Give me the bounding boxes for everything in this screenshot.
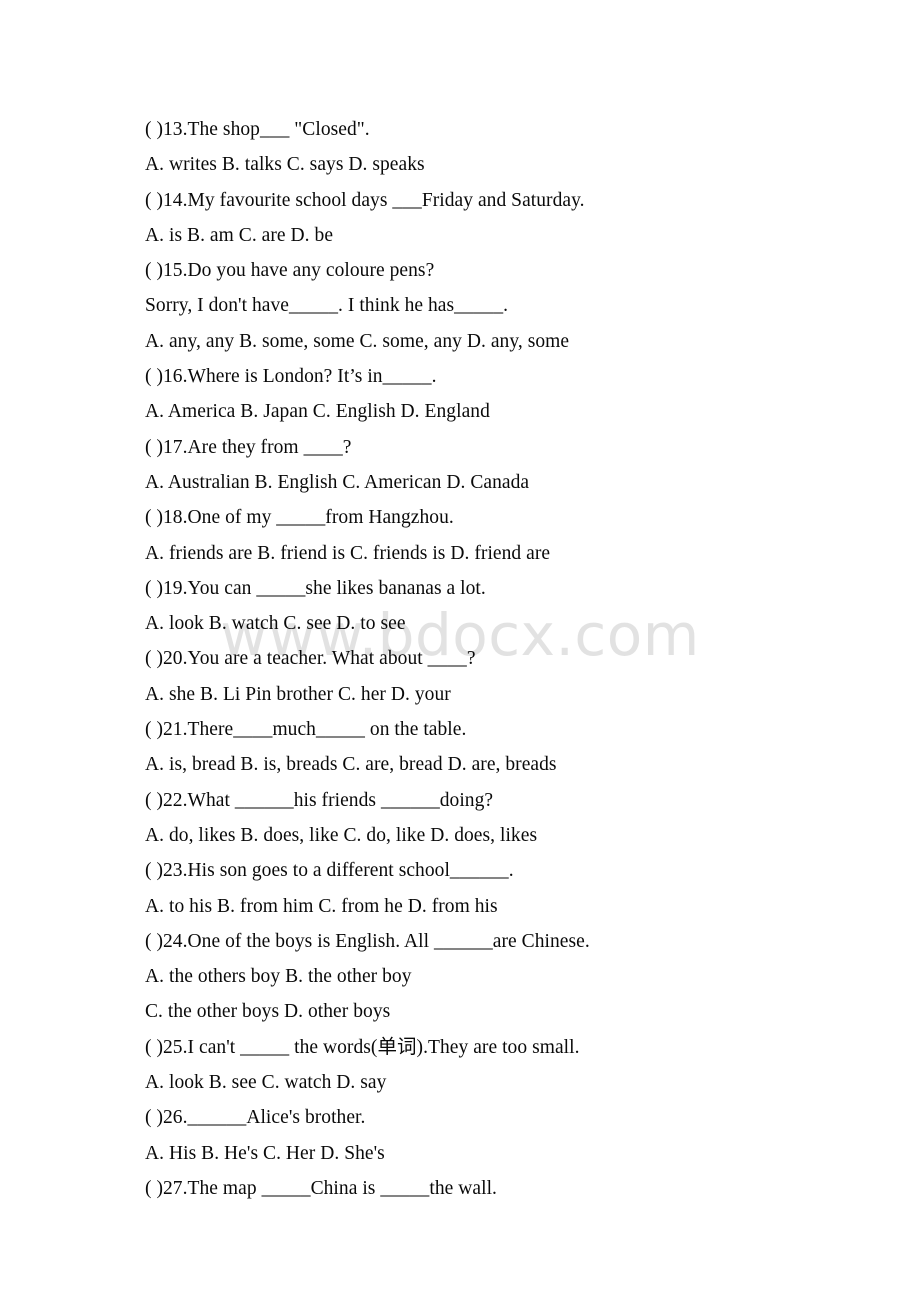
worksheet-line: ( )20.You are a teacher. What about ____… bbox=[145, 648, 476, 670]
worksheet-line: ( )18.One of my _____from Hangzhou. bbox=[145, 507, 454, 529]
document-page: www.bdocx.com ( )13.The shop___ "Closed"… bbox=[0, 0, 920, 1302]
worksheet-line: Sorry, I don't have_____. I think he has… bbox=[145, 295, 509, 317]
worksheet-line: A. the others boy B. the other boy bbox=[145, 966, 412, 988]
worksheet-line: ( )27.The map _____China is _____the wal… bbox=[145, 1177, 497, 1199]
worksheet-line: ( )21.There____much_____ on the table. bbox=[145, 719, 467, 741]
worksheet-line: ( )24.One of the boys is English. All __… bbox=[145, 930, 590, 952]
worksheet-line: ( )26.______Alice's brother. bbox=[145, 1107, 366, 1129]
worksheet-line: A. is B. am C. are D. be bbox=[145, 224, 334, 246]
worksheet-line: A. look B. watch C. see D. to see bbox=[145, 613, 406, 635]
worksheet-line: ( )19.You can _____she likes bananas a l… bbox=[145, 577, 486, 599]
worksheet-line: ( )14.My favourite school days ___Friday… bbox=[145, 189, 585, 211]
worksheet-line: A. is, bread B. is, breads C. are, bread… bbox=[145, 754, 557, 776]
worksheet-line: ( )16.Where is London? It’s in_____. bbox=[145, 366, 437, 388]
worksheet-line: A. writes B. talks C. says D. speaks bbox=[145, 154, 425, 176]
worksheet-line: ( )23.His son goes to a different school… bbox=[145, 860, 514, 882]
worksheet-line: ( )25.I can't _____ the words(单词).They a… bbox=[145, 1036, 580, 1058]
worksheet-line: A. look B. see C. watch D. say bbox=[145, 1072, 387, 1094]
worksheet-line: A. Australian B. English C. American D. … bbox=[145, 471, 530, 493]
worksheet-line: ( )17.Are they from ____? bbox=[145, 436, 352, 458]
worksheet-line: ( )15.Do you have any coloure pens? bbox=[145, 260, 435, 282]
worksheet-line: A. His B. He's C. Her D. She's bbox=[145, 1142, 385, 1164]
worksheet-line: C. the other boys D. other boys bbox=[145, 1001, 391, 1023]
worksheet-line: A. to his B. from him C. from he D. from… bbox=[145, 895, 498, 917]
worksheet-line: A. friends are B. friend is C. friends i… bbox=[145, 542, 551, 564]
worksheet-line: ( )13.The shop___ "Closed". bbox=[145, 119, 370, 140]
worksheet-line: A. do, likes B. does, like C. do, like D… bbox=[145, 824, 538, 846]
worksheet-line: A. any, any B. some, some C. some, any D… bbox=[145, 330, 570, 352]
worksheet-line: A. America B. Japan C. English D. Englan… bbox=[145, 401, 490, 423]
worksheet-line: ( )22.What ______his friends ______doing… bbox=[145, 789, 494, 811]
worksheet-line: A. she B. Li Pin brother C. her D. your bbox=[145, 683, 451, 705]
document-text-body: ( )13.The shop___ "Closed". A. writes B. … bbox=[145, 112, 845, 1206]
